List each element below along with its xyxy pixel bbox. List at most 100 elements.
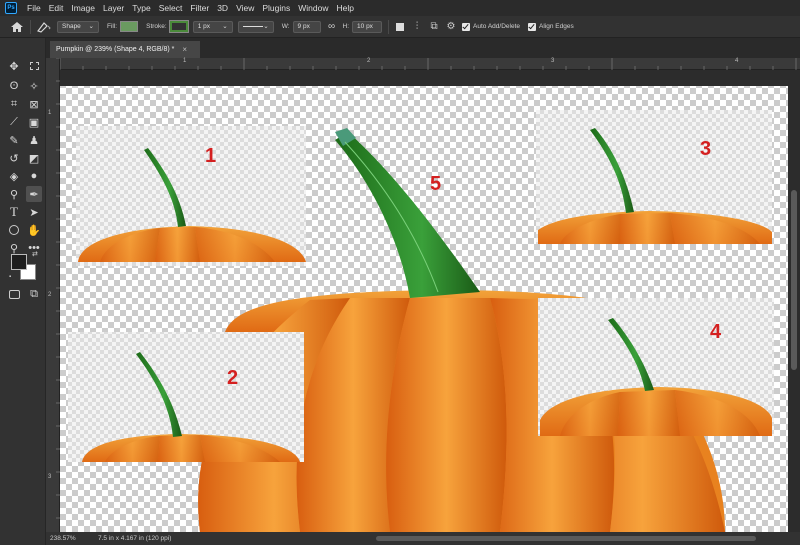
menu-layer[interactable]: Layer: [99, 0, 128, 16]
path-selection-tool-button[interactable]: ➤: [26, 204, 42, 220]
paint-bucket-tool-button[interactable]: ◈: [6, 168, 22, 184]
lasso-icon: ʘ: [9, 80, 19, 92]
move-icon: ✥: [9, 60, 19, 73]
menu-help[interactable]: Help: [332, 0, 357, 16]
blur-tool-button[interactable]: ●: [26, 168, 42, 184]
hand-tool-button[interactable]: ✋: [26, 222, 42, 238]
height-input[interactable]: 10 px: [352, 20, 383, 33]
stroke-line-icon: [242, 26, 263, 27]
brush-tool-button[interactable]: ✎: [6, 132, 22, 148]
brush-icon: ✎: [9, 134, 19, 147]
vertical-scrollbar[interactable]: [788, 70, 800, 532]
stamp-tool-button[interactable]: ♟: [26, 132, 42, 148]
pumpkin-variant-1[interactable]: [76, 126, 306, 266]
menu-3d[interactable]: 3D: [213, 0, 232, 16]
stroke-width-dropdown[interactable]: 1 px ⌄: [192, 20, 233, 33]
close-icon[interactable]: ×: [182, 41, 187, 58]
stamp-icon: ♟: [29, 134, 39, 147]
align-edges-checkbox[interactable]: [528, 22, 537, 31]
crop-icon: ⌗: [10, 97, 18, 110]
stroke-label: Stroke:: [146, 23, 167, 30]
lasso-tool-button[interactable]: ʘ: [6, 78, 22, 94]
settings-button[interactable]: ⚙: [445, 21, 457, 33]
default-colors-icon[interactable]: ▪: [9, 274, 11, 280]
gear-icon: ⚙: [446, 21, 456, 32]
pen-tool-button[interactable]: ✒: [26, 186, 42, 202]
stroke-type-dropdown[interactable]: ⌄: [237, 20, 274, 33]
ruler-label: 3: [48, 474, 52, 480]
link-dimensions-button[interactable]: ∞: [326, 21, 338, 33]
history-brush-tool-button[interactable]: ↺: [6, 150, 22, 166]
tool-preset-picker[interactable]: [36, 21, 52, 33]
menu-plugins[interactable]: Plugins: [258, 0, 294, 16]
screen-mode-button[interactable]: ⧉: [26, 286, 42, 302]
frame-icon: ⊠: [29, 98, 39, 111]
home-button[interactable]: [10, 21, 24, 33]
menu-edit[interactable]: Edit: [45, 0, 68, 16]
document-canvas[interactable]: 1 2 3 4 5: [60, 70, 788, 532]
canvas-label-1: 1: [205, 145, 216, 167]
ruler-label: 2: [367, 58, 371, 64]
fill-color-swatch[interactable]: [120, 21, 139, 32]
ruler-label: 4: [735, 58, 739, 64]
tool-mode-value: Shape: [62, 22, 81, 30]
ellipse-icon: [9, 225, 19, 235]
horizontal-ruler[interactable]: 1 2 3 4: [60, 58, 800, 70]
options-bar: Shape ⌄ Fill: Stroke: 1 px ⌄ ⌄ W: 9 px ∞ H…: [0, 16, 800, 38]
move-tool-button[interactable]: ✥: [6, 58, 22, 74]
ruler-label: 3: [551, 58, 555, 64]
pen-icon: ✒: [29, 188, 39, 201]
menu-view[interactable]: View: [232, 0, 258, 16]
tool-mode-dropdown[interactable]: Shape ⌄: [57, 20, 99, 33]
canvas-label-2: 2: [227, 367, 238, 389]
foreground-color-swatch[interactable]: [11, 254, 27, 270]
align-edges-option[interactable]: Align Edges: [528, 22, 574, 31]
vertical-ruler[interactable]: 1 2 3: [46, 58, 60, 532]
frame-tool-button[interactable]: ⊠: [26, 96, 42, 112]
menu-type[interactable]: Type: [128, 0, 154, 16]
auto-add-delete-option[interactable]: Auto Add/Delete: [462, 22, 521, 31]
crop-tool-button[interactable]: ⌗: [6, 96, 22, 112]
magic-wand-tool-button[interactable]: ✧: [26, 78, 42, 94]
stroke-color-swatch[interactable]: [168, 20, 189, 33]
menu-filter[interactable]: Filter: [186, 0, 213, 16]
menu-window[interactable]: Window: [294, 0, 332, 16]
path-arrangement-button[interactable]: ⧉: [428, 21, 440, 33]
document-tab[interactable]: Pumpkin @ 239% (Shape 4, RGB/8) * ×: [50, 41, 200, 58]
auto-add-delete-checkbox[interactable]: [462, 22, 471, 31]
document-info[interactable]: 7.5 in x 4.167 in (120 ppi): [88, 535, 171, 542]
screen-mode-icon: ⧉: [30, 287, 38, 300]
ruler-label: 1: [48, 110, 52, 116]
swap-colors-icon[interactable]: ⇄: [32, 250, 38, 258]
ruler-label: 2: [48, 292, 52, 298]
type-tool-button[interactable]: T: [6, 204, 22, 220]
dodge-tool-button[interactable]: ⚲: [6, 186, 22, 202]
arrow-pointer-icon: ➤: [29, 206, 39, 219]
eyedropper-tool-button[interactable]: ⟋: [6, 114, 22, 130]
pumpkin-variant-3[interactable]: [536, 110, 772, 244]
pumpkin-variant-2[interactable]: [68, 332, 304, 462]
bandage-icon: ▣: [28, 116, 40, 129]
width-input[interactable]: 9 px: [292, 20, 321, 33]
menu-image[interactable]: Image: [67, 0, 99, 16]
path-alignment-button[interactable]: ⫶: [411, 21, 423, 33]
horizontal-scrollbar-thumb[interactable]: [376, 536, 756, 541]
healing-tool-button[interactable]: ▣: [26, 114, 42, 130]
quick-mask-button[interactable]: [6, 286, 22, 302]
menu-select[interactable]: Select: [155, 0, 187, 16]
chevron-down-icon: ⌄: [263, 22, 269, 30]
paint-bucket-icon: ◈: [9, 170, 19, 183]
eraser-tool-button[interactable]: ◩: [26, 150, 42, 166]
auto-add-delete-label: Auto Add/Delete: [473, 23, 521, 30]
magic-wand-icon: ✧: [29, 80, 39, 93]
align-edges-label: Align Edges: [539, 23, 574, 30]
document-tab-bar: Pumpkin @ 239% (Shape 4, RGB/8) * ×: [46, 38, 800, 58]
pumpkin-variant-4[interactable]: [538, 298, 774, 436]
marquee-tool-button[interactable]: [26, 58, 42, 74]
path-operations-button[interactable]: [394, 21, 406, 33]
menu-file[interactable]: File: [23, 0, 45, 16]
vertical-scrollbar-thumb[interactable]: [791, 190, 797, 370]
canvas-viewport[interactable]: 1 2 3 4 5: [60, 70, 788, 532]
zoom-level[interactable]: 238.57%: [46, 535, 88, 542]
shape-tool-button[interactable]: [6, 222, 22, 238]
